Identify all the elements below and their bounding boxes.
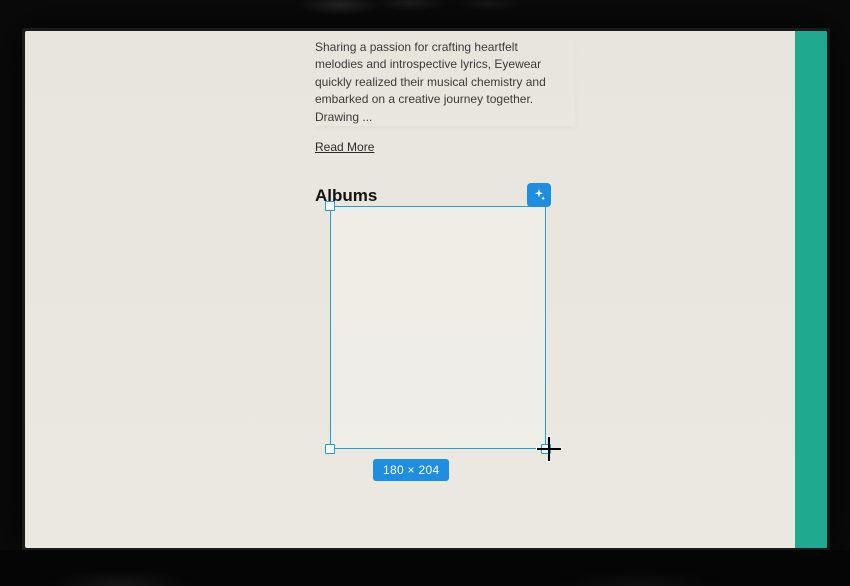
resize-handle-bottom-left[interactable] (325, 444, 335, 454)
resize-handle-bottom-right[interactable] (541, 444, 551, 454)
ai-sparkle-button[interactable] (527, 183, 551, 207)
resize-handle-top-left[interactable] (325, 201, 335, 211)
design-canvas[interactable]: Sharing a passion for crafting heartfelt… (25, 31, 827, 548)
selection-rectangle[interactable] (330, 206, 546, 449)
read-more-link[interactable]: Read More (315, 140, 374, 154)
stage-lights (0, 0, 850, 30)
presentation-screen: Sharing a passion for crafting heartfelt… (22, 28, 830, 551)
bio-paragraph: Sharing a passion for crafting heartfelt… (315, 39, 575, 126)
sparkle-icon (532, 188, 546, 202)
right-accent-bar (795, 31, 827, 548)
dimensions-badge: 180 × 204 (373, 459, 449, 481)
audience-silhouette (0, 550, 850, 586)
content-column: Sharing a passion for crafting heartfelt… (315, 31, 575, 206)
